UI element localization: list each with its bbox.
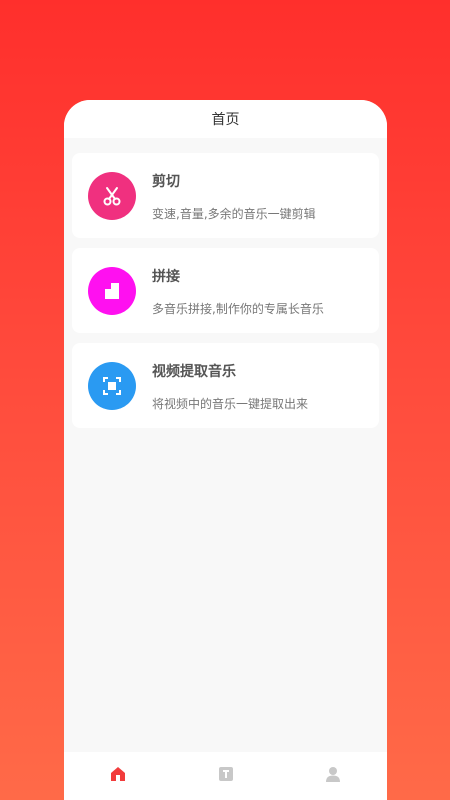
app-screen: 首页 剪切 变速,音量,多余的音乐一键剪辑 拼接 多音乐拼接,制作你的专属长音乐… [64, 100, 387, 800]
tab-works[interactable] [172, 752, 280, 800]
tab-home[interactable] [64, 752, 172, 800]
card-extract-title: 视频提取音乐 [152, 364, 236, 380]
card-cut[interactable]: 剪切 变速,音量,多余的音乐一键剪辑 [72, 153, 379, 238]
card-merge-title: 拼接 [152, 269, 180, 285]
tab-profile[interactable] [279, 752, 387, 800]
extract-frame-icon [88, 362, 136, 410]
bottom-tab-bar [64, 752, 387, 800]
scissors-icon [88, 172, 136, 220]
page-title: 首页 [211, 112, 240, 128]
merge-blocks-icon [88, 267, 136, 315]
works-icon [217, 765, 235, 787]
card-cut-title: 剪切 [152, 174, 180, 190]
profile-icon [324, 765, 342, 787]
top-bar: 首页 [64, 100, 387, 138]
card-merge-description: 多音乐拼接,制作你的专属长音乐 [152, 302, 324, 316]
card-cut-description: 变速,音量,多余的音乐一键剪辑 [152, 207, 316, 221]
card-merge[interactable]: 拼接 多音乐拼接,制作你的专属长音乐 [72, 248, 379, 333]
home-icon [109, 765, 127, 787]
card-extract[interactable]: 视频提取音乐 将视频中的音乐一键提取出来 [72, 343, 379, 428]
feature-list: 剪切 变速,音量,多余的音乐一键剪辑 拼接 多音乐拼接,制作你的专属长音乐 视频… [64, 138, 387, 428]
card-extract-description: 将视频中的音乐一键提取出来 [152, 397, 309, 411]
